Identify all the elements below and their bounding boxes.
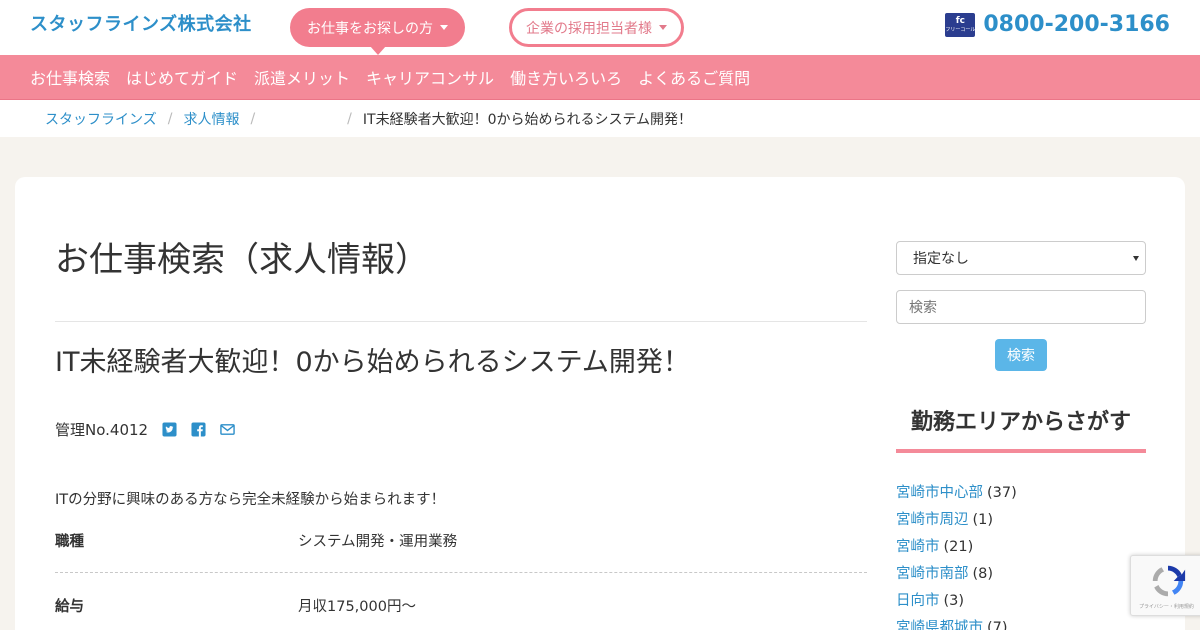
detail-key: 給与 <box>55 598 84 615</box>
facebook-icon[interactable] <box>191 422 206 437</box>
job-seekers-menu-button[interactable]: お仕事をお探しの方 <box>290 8 465 55</box>
site-logo[interactable]: スタッフラインズ株式会社 <box>30 10 252 36</box>
site-header: スタッフラインズ株式会社 お仕事をお探しの方 企業の採用担当者様 fc フリーコー… <box>0 0 1200 55</box>
list-item: 宮崎市周辺 (1) <box>896 508 1146 535</box>
phone-number-text: 0800-200-3166 <box>983 12 1170 37</box>
area-count: (8) <box>972 566 994 582</box>
employers-label: 企業の採用担当者様 <box>526 20 652 37</box>
freedial-icon: fc フリーコール <box>945 12 975 37</box>
area-count: (37) <box>987 485 1017 501</box>
divider <box>55 321 867 322</box>
area-count: (7) <box>987 620 1008 630</box>
list-item: 宮崎市 (21) <box>896 535 1146 562</box>
employers-menu-button[interactable]: 企業の採用担当者様 <box>509 8 684 47</box>
management-number: 管理No.4012 <box>55 421 149 439</box>
sidebar: 指定なし 検索 勤務エリアからさがす 宮崎市中心部(37) 宮崎市周辺(1) 宮… <box>896 241 1146 630</box>
select-arrow-icon <box>1133 256 1139 261</box>
nav-item-guide[interactable]: はじめてガイド <box>126 65 238 89</box>
job-seekers-label: お仕事をお探しの方 <box>307 20 433 37</box>
area-count: (1) <box>972 512 994 528</box>
nav-item-faq[interactable]: よくあるご質問 <box>638 65 750 89</box>
mail-icon[interactable] <box>220 422 235 437</box>
search-input[interactable] <box>896 290 1146 324</box>
breadcrumb-separator: / <box>167 110 173 127</box>
area-link[interactable]: 宮崎市南部 <box>896 566 969 582</box>
job-meta: 管理No.4012 <box>55 419 867 440</box>
caret-down-icon <box>659 25 667 30</box>
breadcrumb-current: IT未経験者大歓迎！0から始められるシステム開発！ <box>362 111 693 128</box>
list-item: 宮崎市南部 (8) <box>896 562 1146 589</box>
breadcrumb-separator: / <box>250 110 256 127</box>
caret-down-icon <box>440 25 448 30</box>
breadcrumb-separator: / <box>347 110 352 127</box>
breadcrumb-home[interactable]: スタッフラインズ <box>45 109 157 129</box>
recaptcha-badge[interactable]: プライバシー・利用規約 <box>1130 555 1200 616</box>
nav-item-career[interactable]: キャリアコンサル <box>366 65 494 89</box>
category-select-value: 指定なし <box>913 251 969 267</box>
main-nav: お仕事検索 はじめてガイド 派遣メリット キャリアコンサル 働き方いろいろ よく… <box>0 55 1200 100</box>
job-detail: お仕事検索（求人情報） IT未経験者大歓迎！0から始められるシステム開発！ 管理… <box>55 232 867 630</box>
content-card: お仕事検索（求人情報） IT未経験者大歓迎！0から始められるシステム開発！ 管理… <box>15 177 1185 630</box>
nav-item-workstyles[interactable]: 働き方いろいろ <box>510 65 622 89</box>
area-link[interactable]: 宮崎市中心部 <box>896 485 983 501</box>
job-title: IT未経験者大歓迎！0から始められるシステム開発！ <box>55 347 690 378</box>
job-lead: ITの分野に興味のある方なら完全未経験から始まられます！ <box>55 492 446 508</box>
area-count: (3) <box>943 593 965 609</box>
area-link[interactable]: 宮崎市周辺 <box>896 512 969 528</box>
detail-value: システム開発・運用業務 <box>298 534 458 550</box>
detail-value: 月収175,000円～ <box>298 598 416 615</box>
nav-item-merits[interactable]: 派遣メリット <box>254 65 350 89</box>
list-item: 日向市 (3) <box>896 589 1146 616</box>
breadcrumb: スタッフラインズ / 求人情報 / / IT未経験者大歓迎！0から始められるシス… <box>0 100 1200 137</box>
nav-item-job-search[interactable]: お仕事検索 <box>30 65 110 89</box>
detail-row: 給与 月収175,000円～ <box>55 573 867 630</box>
detail-key: 職種 <box>55 534 84 550</box>
area-count: (21) <box>943 539 974 555</box>
area-link[interactable]: 宮崎市 <box>896 539 940 555</box>
category-select[interactable]: 指定なし <box>896 241 1146 275</box>
list-item: 宮崎県都城市 (7) <box>896 616 1146 630</box>
phone-number[interactable]: fc フリーコール 0800-200-3166 <box>945 12 1170 37</box>
active-notch <box>370 46 386 55</box>
area-list: 宮崎市中心部 (37) 宮崎市周辺 (1) 宮崎市 (21) 宮崎市南部 (8) 日向市… <box>896 481 1146 630</box>
area-link[interactable]: 宮崎県都城市 <box>896 620 983 630</box>
page-title: お仕事検索（求人情報） <box>55 240 429 280</box>
search-button[interactable]: 検索 <box>995 339 1047 371</box>
list-item: 宮崎市中心部 (37) <box>896 481 1146 508</box>
recaptcha-icon <box>1152 565 1186 597</box>
detail-row: 職種 システム開発・運用業務 <box>55 509 867 573</box>
recaptcha-text: プライバシー・利用規約 <box>1139 604 1194 610</box>
breadcrumb-section[interactable]: 求人情報 <box>183 109 239 129</box>
twitter-icon[interactable] <box>162 422 177 437</box>
area-heading: 勤務エリアからさがす <box>896 404 1146 453</box>
area-link[interactable]: 日向市 <box>896 593 940 609</box>
